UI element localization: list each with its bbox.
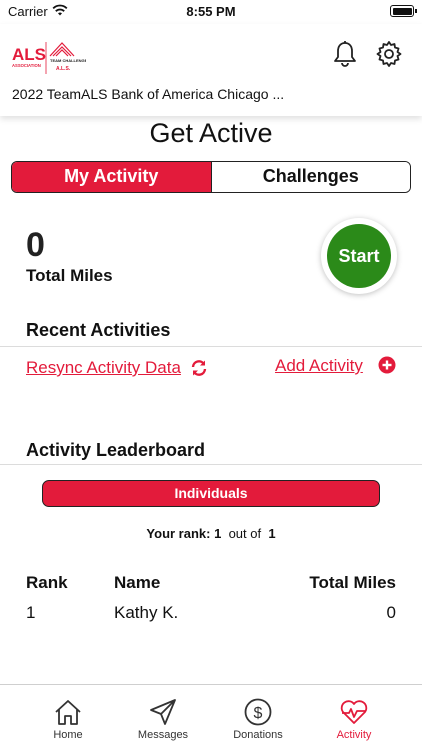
- row-rank: 1: [26, 603, 36, 622]
- your-rank-line: Your rank: 1 out of 1: [0, 526, 422, 541]
- rank-value: 1: [214, 526, 222, 541]
- app-header: ALS ASSOCIATION TEAM CHALLENGE A.L.S. 20…: [0, 24, 422, 116]
- svg-text:ASSOCIATION: ASSOCIATION: [12, 63, 41, 68]
- leaderboard-title: Activity Leaderboard: [26, 440, 206, 460]
- tab-label: Messages: [137, 729, 189, 741]
- rank-total: 1: [268, 526, 276, 541]
- resync-activity-link[interactable]: Resync Activity Data: [26, 358, 181, 378]
- gear-icon[interactable]: [375, 40, 403, 68]
- column-header-name: Name: [114, 573, 161, 592]
- start-button[interactable]: Start: [327, 224, 391, 288]
- tab-label: Donations: [233, 729, 283, 741]
- add-activity-link[interactable]: Add Activity: [275, 356, 363, 376]
- svg-text:$: $: [254, 705, 263, 722]
- recent-activities-title: Recent Activities: [26, 320, 171, 340]
- paper-plane-icon: [150, 699, 176, 725]
- tab-label: Home: [53, 729, 83, 741]
- column-header-miles: Total Miles: [309, 573, 396, 592]
- total-miles-label: Total Miles: [26, 266, 113, 285]
- rank-prefix: Your rank:: [146, 526, 211, 541]
- row-name: Kathy K.: [114, 603, 179, 622]
- heart-pulse-icon: [340, 700, 368, 724]
- clock: 8:55 PM: [186, 4, 236, 19]
- status-bar: Carrier 8:55 PM: [0, 0, 422, 24]
- home-icon: [55, 700, 81, 725]
- bell-icon[interactable]: [332, 40, 358, 68]
- divider: [0, 464, 422, 465]
- bottom-tab-bar: Home Messages $ Donations Activity: [0, 684, 422, 750]
- start-button-ring: Start: [321, 218, 397, 294]
- svg-text:ALS: ALS: [12, 45, 46, 64]
- tab-label: Activity: [336, 729, 372, 741]
- divider: [0, 346, 422, 347]
- svg-text:A.L.S.: A.L.S.: [56, 66, 71, 72]
- page-title: Get Active: [149, 118, 273, 148]
- individuals-tab[interactable]: Individuals: [42, 480, 380, 507]
- svg-text:TEAM CHALLENGE: TEAM CHALLENGE: [50, 58, 86, 63]
- event-title[interactable]: 2022 TeamALS Bank of America Chicago ...: [12, 86, 284, 102]
- tab-challenges[interactable]: Challenges: [210, 162, 410, 192]
- activity-segmented-control: My Activity Challenges: [11, 161, 411, 193]
- column-header-rank: Rank: [26, 573, 68, 592]
- refresh-icon[interactable]: [190, 359, 208, 377]
- tab-my-activity[interactable]: My Activity: [12, 162, 211, 192]
- rank-mid: out of: [228, 526, 262, 541]
- dollar-circle-icon: $: [244, 698, 272, 726]
- total-miles-value: 0: [26, 226, 45, 264]
- add-circle-icon[interactable]: [378, 356, 396, 374]
- battery-icon: [390, 5, 417, 17]
- als-logo[interactable]: ALS ASSOCIATION TEAM CHALLENGE A.L.S.: [12, 40, 86, 76]
- row-miles: 0: [386, 603, 396, 622]
